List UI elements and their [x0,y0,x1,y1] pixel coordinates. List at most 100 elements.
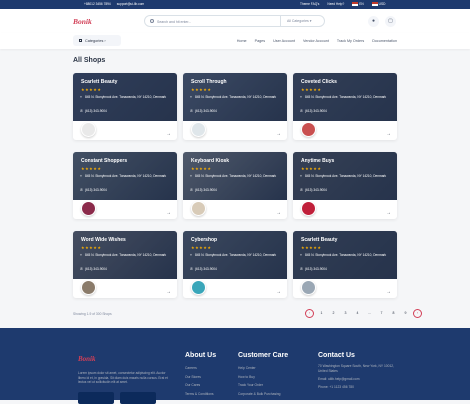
shop-name: Word Wide Wishes [81,237,126,243]
page-number[interactable]: 2 [329,309,338,318]
rating-stars: ★★★★★ [81,166,102,171]
location-icon: ⌖ [300,95,302,99]
prev-page-button[interactable]: ‹ [305,309,314,318]
arrow-right-icon[interactable]: → [386,289,391,295]
footer-link[interactable]: Our Stores [185,373,214,382]
shop-phone: (613) 343-9004 [195,188,217,192]
footer-link[interactable]: Terms & Conditions [185,390,214,399]
phone-icon: ✆ [80,109,83,113]
page-number[interactable]: 1 [317,309,326,318]
contact-heading: Contact Us [318,352,355,359]
category-dropdown[interactable]: All Categories ▾ [280,16,324,26]
arrow-right-icon[interactable]: → [166,289,171,295]
header: Bonik Search and hit enter... All Catego… [0,9,470,33]
shop-card[interactable]: Coveted Clicks ★★★★★ ⌖ 845 N. Stonybrook Av… [293,73,397,140]
nav-pages[interactable]: Pages [255,39,265,43]
nav-home[interactable]: Home [237,39,247,43]
search-icon [150,19,154,23]
help-link[interactable]: Need Help? [327,2,344,6]
shop-card[interactable]: Scroll Through ★★★★★ ⌖ 845 N. Stonybrook Av… [183,73,287,140]
phone-icon: ✆ [300,267,303,271]
phone-icon: ✆ [190,109,193,113]
phone-icon: ✆ [190,188,193,192]
page-number[interactable]: 3 [341,309,350,318]
arrow-right-icon[interactable]: → [276,210,281,216]
shop-avatar [301,122,316,137]
shop-address: 845 N. Stonybrook Ave. Tonawanda, NY 142… [85,253,167,257]
shop-card[interactable]: Anytime Buys ★★★★★ ⌖ 845 N. Stonybrook Ave.… [293,152,397,219]
arrow-right-icon[interactable]: → [386,210,391,216]
page-number[interactable]: … [365,309,374,318]
search-bar[interactable]: Search and hit enter... All Categories ▾ [144,15,325,27]
rating-stars: ★★★★★ [301,166,322,171]
cart-icon[interactable]: ▢ [385,16,396,27]
footer-link[interactable]: Careers [185,364,214,373]
rating-stars: ★★★★★ [301,245,322,250]
shop-card[interactable]: Constant Shoppers ★★★★★ ⌖ 845 N. Stonybrook… [73,152,177,219]
page-number[interactable]: 9 [401,309,410,318]
shop-name: Scarlett Beauty [81,79,118,85]
arrow-right-icon[interactable]: → [166,131,171,137]
top-bar: +88012 3456 7894 support@ui-lib.com Them… [0,0,470,9]
page-number[interactable]: 7 [377,309,386,318]
footer-link[interactable]: Help Center [238,364,281,373]
customer-care-heading: Customer Care [238,352,289,359]
shop-card[interactable]: Scarlett Beauty ★★★★★ ⌖ 845 N. Stonybrook A… [73,73,177,140]
footer-logo[interactable]: Bonik [78,355,96,363]
page-number[interactable]: 4 [353,309,362,318]
shop-card[interactable]: Scarlett Beauty ★★★★★ ⌖ 845 N. Stonybrook A… [293,231,397,298]
footer-link[interactable]: Track Your Order [238,381,281,390]
arrow-right-icon[interactable]: → [166,210,171,216]
footer-link[interactable]: Our Cares [185,381,214,390]
shop-card[interactable]: Word Wide Wishes ★★★★★ ⌖ 845 N. Stonybrook … [73,231,177,298]
phone-icon: ✆ [80,267,83,271]
shop-address: 845 N. Stonybrook Ave. Tonawanda, NY 142… [195,174,277,178]
nav-vendor-account[interactable]: Vendor Account [303,39,329,43]
nav-user-account[interactable]: User Account [273,39,295,43]
location-icon: ⌖ [300,253,302,257]
user-icon[interactable]: ● [368,16,379,27]
shop-name: Keyboard Kiosk [191,158,230,164]
shop-phone: (613) 343-9004 [85,267,107,271]
shop-phone: (613) 343-9004 [85,109,107,113]
shop-address: 845 N. Stonybrook Ave. Tonawanda, NY 142… [85,174,167,178]
page-number[interactable]: 8 [389,309,398,318]
shop-card[interactable]: Cybershop ★★★★★ ⌖ 845 N. Stonybrook Ave. To… [183,231,287,298]
search-input[interactable]: Search and hit enter... [157,20,191,24]
shop-phone: (613) 343-9004 [305,188,327,192]
rating-stars: ★★★★★ [191,87,212,92]
arrow-right-icon[interactable]: → [276,131,281,137]
shop-phone: (613) 343-9004 [305,267,327,271]
app-store-badge[interactable] [120,392,156,404]
nav-documentation[interactable]: Documentation [372,39,397,43]
location-icon: ⌖ [80,95,82,99]
logo[interactable]: Bonik [73,17,92,26]
shop-phone: (613) 343-9004 [195,267,217,271]
flag-icon [352,2,359,6]
currency-select[interactable]: USD [371,2,385,6]
contact-address: 70 Washington Square South, New York, NY… [318,364,395,373]
shop-address: 845 N. Stonybrook Ave. Tonawanda, NY 142… [305,253,387,257]
shop-card[interactable]: Keyboard Kiosk ★★★★★ ⌖ 845 N. Stonybrook Av… [183,152,287,219]
arrow-right-icon[interactable]: → [386,131,391,137]
faq-link[interactable]: Theme FAQ's [300,2,319,6]
footer-link[interactable]: Corporate & Bulk Purchasing [238,390,281,399]
navbar: Categories › Home Pages User Account Ven… [0,33,470,49]
nav-track-orders[interactable]: Track My Orders [337,39,364,43]
footer-description: Lorem ipsum dolor sit amet, consectetur … [78,371,168,384]
google-play-badge[interactable] [78,392,114,404]
shop-avatar [301,201,316,216]
footer-link[interactable]: How to Buy [238,373,281,382]
arrow-right-icon[interactable]: → [276,289,281,295]
flag-icon [371,2,378,6]
shop-name: Scarlett Beauty [301,237,338,243]
location-icon: ⌖ [190,174,192,178]
language-select[interactable]: EN [352,2,364,6]
next-page-button[interactable]: › [413,309,422,318]
location-icon: ⌖ [80,253,82,257]
shop-name: Cybershop [191,237,218,243]
shop-name: Constant Shoppers [81,158,128,164]
categories-button[interactable]: Categories › [73,35,121,46]
rating-stars: ★★★★★ [81,245,102,250]
page-title: All Shops [73,57,106,64]
